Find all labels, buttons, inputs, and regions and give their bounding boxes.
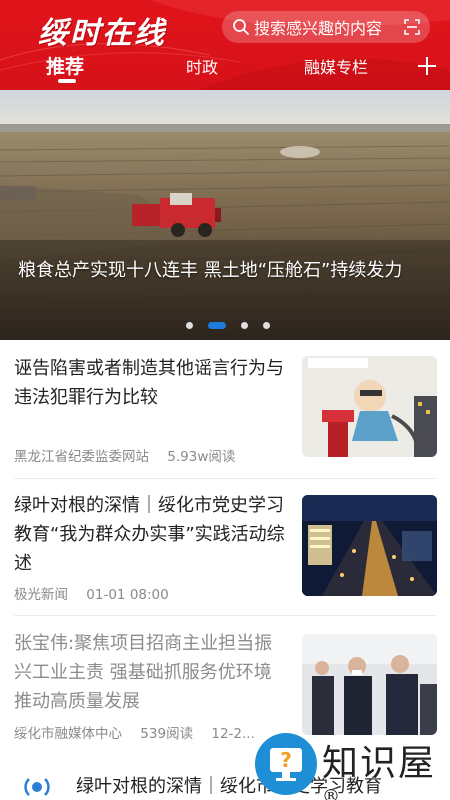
news-title: 绿叶对根的深情｜绥化市党史学习教育“我为群众办实事”实践活动综述 [14, 495, 285, 574]
tab-politics[interactable]: 时政 [186, 54, 218, 78]
carousel-dot-active[interactable] [208, 321, 226, 329]
registered-mark: ® [322, 786, 342, 800]
news-thumbnail [302, 634, 437, 735]
add-channel-icon[interactable] [416, 55, 438, 77]
app-logo: 绥时在线 [38, 16, 166, 51]
watermark: ? 知识屋 ® [252, 728, 450, 800]
active-tab-indicator [58, 79, 76, 83]
audio-broadcast-icon[interactable] [20, 770, 54, 800]
news-source: 极光新闻 [14, 587, 68, 603]
app-header: 绥时在线 搜索感兴趣的内容 推荐 时政 融媒专栏 [0, 0, 450, 90]
news-date: 12-2... [211, 726, 255, 742]
carousel-dot[interactable] [186, 321, 193, 329]
channel-tabs: 推荐 时政 融媒专栏 [0, 52, 450, 90]
news-meta: 黑龙江省纪委监委网站 5.93w阅读 [14, 445, 235, 465]
scan-icon[interactable] [404, 19, 420, 35]
news-reads: 539阅读 [140, 726, 194, 742]
news-meta: 绥化市融媒体中心 539阅读 12-2... [14, 722, 255, 742]
night-city-aerial [302, 495, 437, 596]
news-title: 张宝伟:聚焦项目招商主业担当振兴工业主责 强基础抓服务优环境推动高质量发展 [14, 633, 273, 712]
officials-visit-photo [302, 634, 437, 735]
search-placeholder: 搜索感兴趣的内容 [254, 19, 383, 38]
harvest-field-image [0, 90, 450, 340]
watermark-label: 知识屋 [322, 743, 437, 784]
search-icon [233, 19, 249, 35]
carousel-indicator [186, 321, 285, 329]
news-source: 黑龙江省纪委监委网站 [14, 449, 149, 465]
news-reads: 5.93w阅读 [167, 449, 236, 465]
news-item[interactable]: 绿叶对根的深情｜绥化市党史学习教育“我为群众办实事”实践活动综述 极光新闻 01… [0, 479, 450, 615]
watermark-text: 知识屋 ® [322, 734, 450, 800]
cartoon-illustration [302, 356, 437, 457]
hero-banner[interactable]: 粮食总产实现十八连丰 黑土地“压舱石”持续发力 [0, 90, 450, 340]
tab-media-column[interactable]: 融媒专栏 [304, 54, 368, 78]
search-input[interactable]: 搜索感兴趣的内容 [222, 11, 430, 43]
carousel-dot[interactable] [241, 321, 248, 329]
svg-text:?: ? [280, 748, 292, 772]
news-thumbnail [302, 356, 437, 457]
news-source: 绥化市融媒体中心 [14, 726, 122, 742]
news-thumbnail [302, 495, 437, 596]
banner-caption: 粮食总产实现十八连丰 黑土地“压舱石”持续发力 [18, 260, 403, 281]
news-title: 诬告陷害或者制造其他谣言行为与违法犯罪行为比较 [14, 358, 284, 408]
news-date: 01-01 08:00 [86, 587, 169, 603]
news-meta: 极光新闻 01-01 08:00 [14, 583, 169, 603]
news-item[interactable]: 诬告陷害或者制造其他谣言行为与违法犯罪行为比较 黑龙江省纪委监委网站 5.93w… [0, 340, 450, 478]
question-computer-icon: ? [255, 733, 317, 795]
carousel-dot[interactable] [263, 321, 270, 329]
tab-recommend[interactable]: 推荐 [46, 52, 84, 79]
